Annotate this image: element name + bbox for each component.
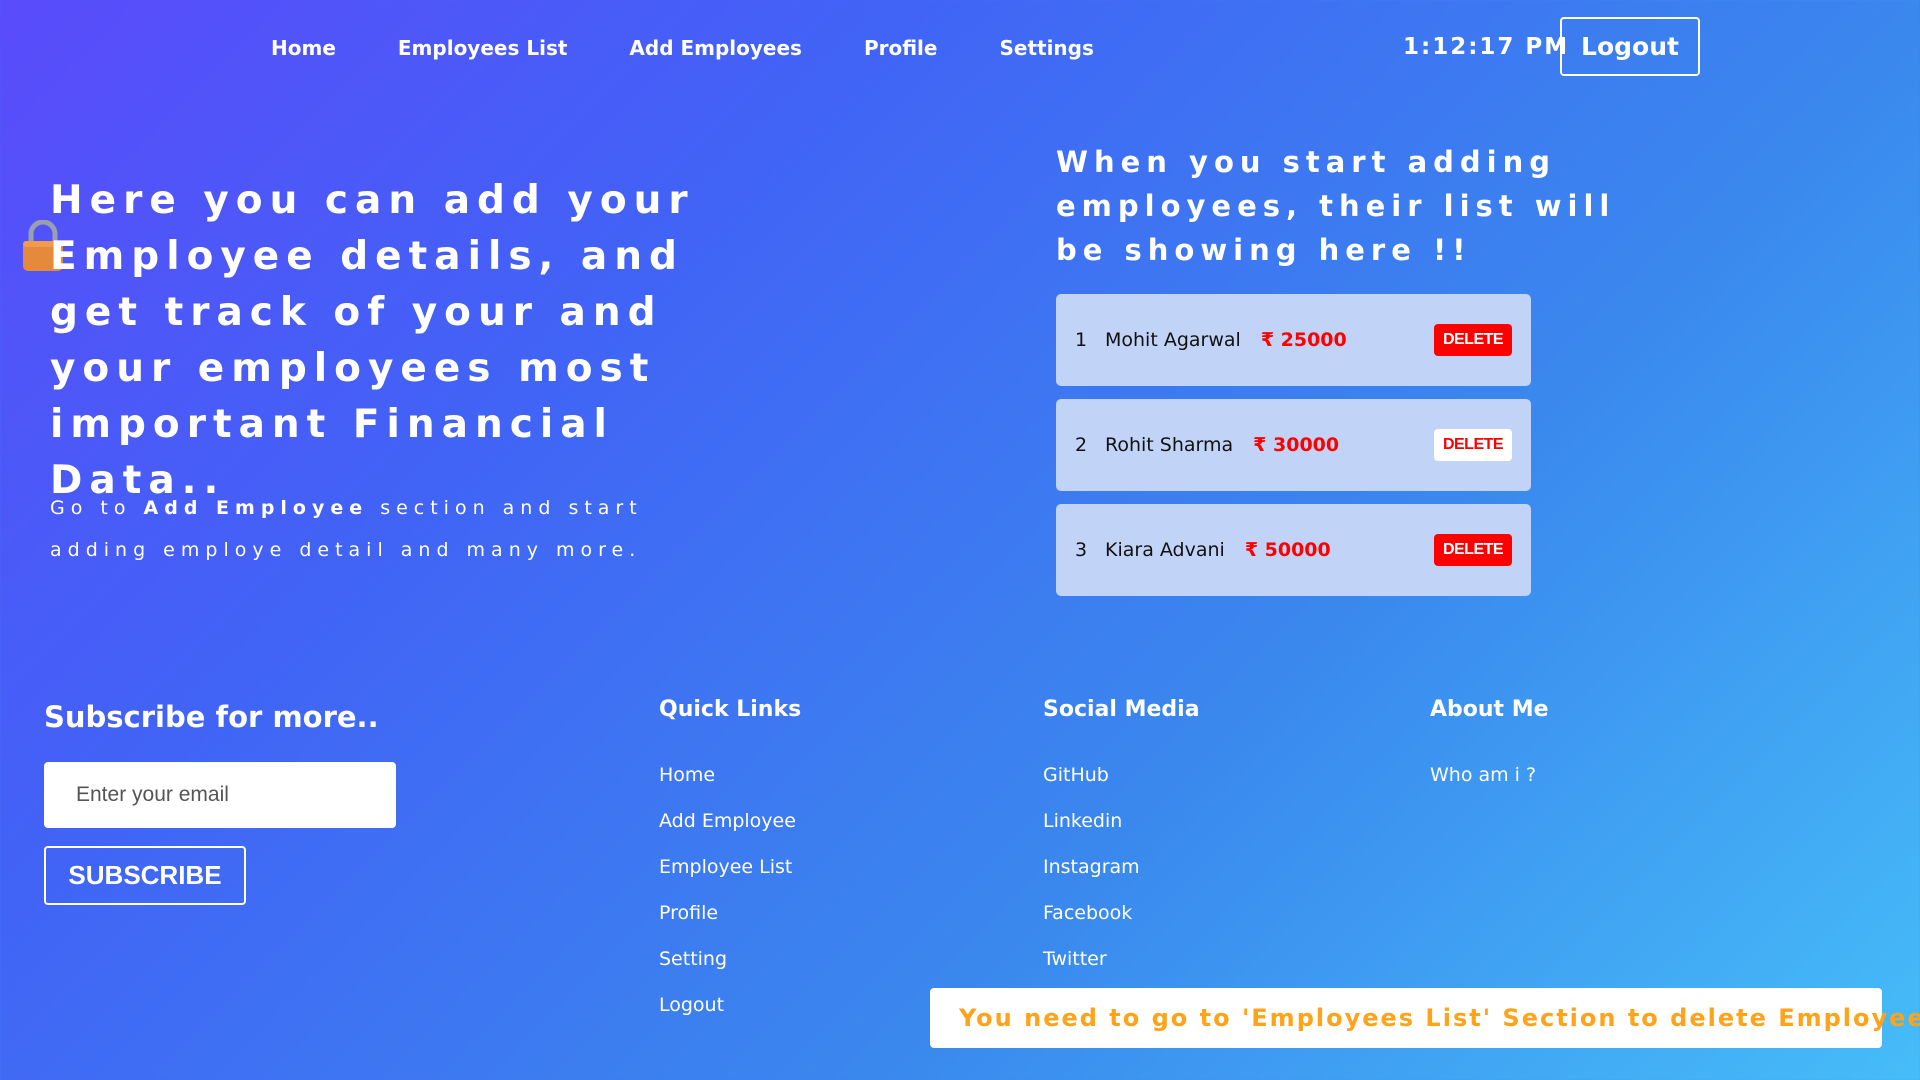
top-nav: Home Employees List Add Employees Profil… (0, 0, 1920, 95)
footer-link-instagram[interactable]: Instagram (1043, 844, 1200, 890)
hero-sub-bold: Add Employee (143, 497, 369, 519)
nav-link-add-employees[interactable]: Add Employees (629, 36, 802, 60)
employee-row: 3 Kiara Advani ₹ 50000 DELETE (1056, 504, 1531, 596)
subscribe-button[interactable]: SUBSCRIBE (44, 846, 246, 905)
hero-sub-prefix: Go to (50, 497, 132, 519)
clock: 1:12:17 PM (1403, 34, 1570, 60)
footer-link-who-am-i[interactable]: Who am i ? (1430, 752, 1549, 798)
nav-link-home[interactable]: Home (271, 36, 336, 60)
footer-link-logout[interactable]: Logout (659, 982, 801, 1028)
employee-salary: ₹ 25000 (1260, 329, 1347, 351)
footer-link-employee-list[interactable]: Employee List (659, 844, 801, 890)
social-media-title: Social Media (1043, 697, 1200, 722)
nav-link-profile[interactable]: Profile (864, 36, 938, 60)
delete-button[interactable]: DELETE (1434, 324, 1512, 356)
employee-row: 2 Rohit Sharma ₹ 30000 DELETE (1056, 399, 1531, 491)
employee-list-heading: When you start adding employees, their l… (1056, 145, 1616, 267)
email-field[interactable] (44, 762, 396, 828)
employee-row: 1 Mohit Agarwal ₹ 25000 DELETE (1056, 294, 1531, 386)
footer-link-home[interactable]: Home (659, 752, 801, 798)
toast-message: You need to go to 'Employees List' Secti… (959, 1004, 1920, 1032)
employee-number: 3 (1075, 539, 1088, 561)
employee-name: Rohit Sharma (1105, 434, 1234, 456)
quick-links-column: Quick Links Home Add Employee Employee L… (659, 697, 801, 1028)
nav-link-settings[interactable]: Settings (999, 36, 1093, 60)
footer-link-github[interactable]: GitHub (1043, 752, 1200, 798)
footer-link-profile[interactable]: Profile (659, 890, 801, 936)
employee-salary: ₹ 30000 (1253, 434, 1340, 456)
about-me-title: About Me (1430, 697, 1549, 722)
employee-list: 1 Mohit Agarwal ₹ 25000 DELETE 2 Rohit S… (1056, 294, 1531, 609)
employee-name: Kiara Advani (1105, 539, 1225, 561)
footer-link-facebook[interactable]: Facebook (1043, 890, 1200, 936)
employee-salary: ₹ 50000 (1244, 539, 1331, 561)
footer-link-setting[interactable]: Setting (659, 936, 801, 982)
nav-links: Home Employees List Add Employees Profil… (271, 36, 1094, 60)
delete-button[interactable]: DELETE (1434, 429, 1512, 461)
footer-link-add-employee[interactable]: Add Employee (659, 798, 801, 844)
employee-number: 1 (1075, 329, 1088, 351)
logout-button[interactable]: Logout (1560, 17, 1700, 76)
employee-number: 2 (1075, 434, 1088, 456)
toast-notification: You need to go to 'Employees List' Secti… (930, 988, 1920, 1048)
footer-link-linkedin[interactable]: Linkedin (1043, 798, 1200, 844)
employee-name: Mohit Agarwal (1105, 329, 1241, 351)
nav-link-employees-list[interactable]: Employees List (398, 36, 568, 60)
social-media-column: Social Media GitHub Linkedin Instagram F… (1043, 697, 1200, 982)
about-me-column: About Me Who am i ? (1430, 697, 1549, 798)
quick-links-title: Quick Links (659, 697, 802, 722)
footer-link-twitter[interactable]: Twitter (1043, 936, 1200, 982)
hero-subtitle: Go to Add Employee section and start add… (50, 487, 670, 571)
hero-title: Here you can add your Employee details, … (50, 178, 695, 503)
subscribe-title: Subscribe for more.. (44, 700, 379, 734)
delete-button[interactable]: DELETE (1434, 534, 1512, 566)
